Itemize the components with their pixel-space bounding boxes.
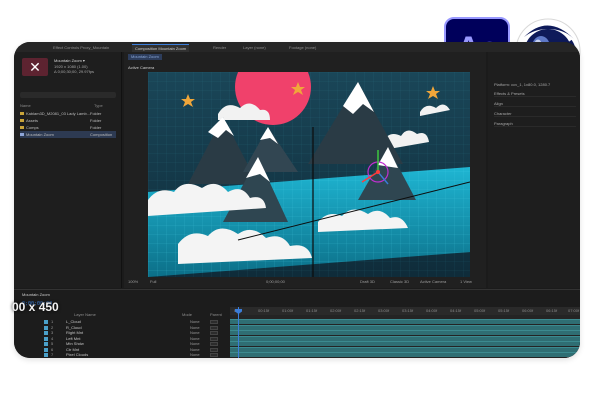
- zoom-dropdown[interactable]: 100%: [128, 278, 138, 286]
- col-type[interactable]: Type: [94, 103, 103, 108]
- project-item[interactable]: Comps Folder: [20, 124, 116, 131]
- active-camera-label: Active Camera: [128, 65, 155, 70]
- layer-bar[interactable]: [230, 352, 580, 357]
- tab-footage[interactable]: Footage (none): [286, 44, 319, 52]
- timeline-tracks[interactable]: 0:00 00:15f 01:00f 01:15f 02:00f 02:15f …: [230, 307, 580, 358]
- after-effects-window: Effect Controls Proxy_Mountain Compositi…: [14, 42, 580, 358]
- layer-bar[interactable]: [230, 330, 580, 335]
- tab-layer[interactable]: Layer (none): [240, 44, 269, 52]
- image-size-label: 00 x 450: [12, 300, 59, 314]
- col-parent[interactable]: Parent: [210, 312, 222, 318]
- composition-viewer: Mountain Zoom Active Camera 100% Full 0;…: [124, 52, 486, 288]
- col-layer-name[interactable]: Layer Name: [74, 312, 96, 318]
- comp-name[interactable]: Mountain Zoom ▾: [54, 58, 85, 63]
- project-panel: ✕ Mountain Zoom ▾ 1920 x 1080 (1.00) Δ 0…: [14, 52, 122, 288]
- comp-canvas[interactable]: [148, 72, 470, 277]
- project-item[interactable]: Mountain Zoom Composition: [20, 131, 116, 138]
- panel-effects-presets[interactable]: Effects & Presets: [494, 90, 576, 97]
- comp-duration: Δ 0;00;30;00, 29.97fps: [54, 69, 95, 74]
- view-camera-dropdown[interactable]: Active Camera: [420, 278, 446, 286]
- tab-composition[interactable]: Composition Mountain Zoom: [132, 44, 190, 52]
- draft-3d-toggle[interactable]: Draft 3D: [360, 278, 375, 286]
- layer-bar[interactable]: [230, 346, 580, 352]
- col-mode[interactable]: Mode: [182, 312, 192, 318]
- layer-bar[interactable]: [230, 324, 580, 330]
- timeline-layer[interactable]: 7 Pixel Clouds None: [14, 352, 229, 358]
- timeline-panel: Mountain Zoom 0;00;00;00 Layer Name Mode…: [14, 289, 580, 358]
- info-panel: Platform: ccv_1, 1x80.0, 1280.7: [494, 82, 551, 87]
- panel-align[interactable]: Align: [494, 100, 576, 107]
- panel-tab-strip: Effect Controls Proxy_Mountain Compositi…: [14, 42, 580, 52]
- time-ruler[interactable]: 0:00 00:15f 01:00f 01:15f 02:00f 02:15f …: [230, 307, 580, 315]
- tab-effect-controls[interactable]: Effect Controls Proxy_Mountain: [50, 44, 112, 52]
- project-item[interactable]: Assets Folder: [20, 117, 116, 124]
- project-column-header: Name Type: [20, 103, 103, 108]
- views-dropdown[interactable]: 1 View: [460, 278, 472, 286]
- col-name[interactable]: Name: [20, 103, 31, 108]
- project-search-input[interactable]: [20, 92, 116, 98]
- layer-bar[interactable]: [230, 341, 580, 346]
- timeline-comp-tab[interactable]: Mountain Zoom: [22, 292, 50, 298]
- tab-render[interactable]: Render: [210, 44, 229, 52]
- panel-character[interactable]: Character: [494, 110, 576, 117]
- viewer-comp-tab[interactable]: Mountain Zoom: [128, 54, 162, 60]
- playhead[interactable]: [238, 307, 239, 358]
- right-panel: Platform: ccv_1, 1x80.0, 1280.7 Effects …: [488, 52, 580, 288]
- close-icon: ✕: [29, 59, 41, 75]
- project-item[interactable]: Kablam3D_M2081_03 Lady Lamb... Folder: [20, 110, 116, 117]
- panel-paragraph[interactable]: Paragraph: [494, 120, 576, 127]
- layer-bar[interactable]: [230, 319, 580, 324]
- layer-bar[interactable]: [230, 335, 580, 341]
- viewer-toolbar: 100% Full 0;00;00;00 Draft 3D Classic 3D…: [124, 278, 486, 286]
- viewer-timecode[interactable]: 0;00;00;00: [266, 278, 285, 286]
- renderer-dropdown[interactable]: Classic 3D: [390, 278, 409, 286]
- resolution-dropdown[interactable]: Full: [150, 278, 156, 286]
